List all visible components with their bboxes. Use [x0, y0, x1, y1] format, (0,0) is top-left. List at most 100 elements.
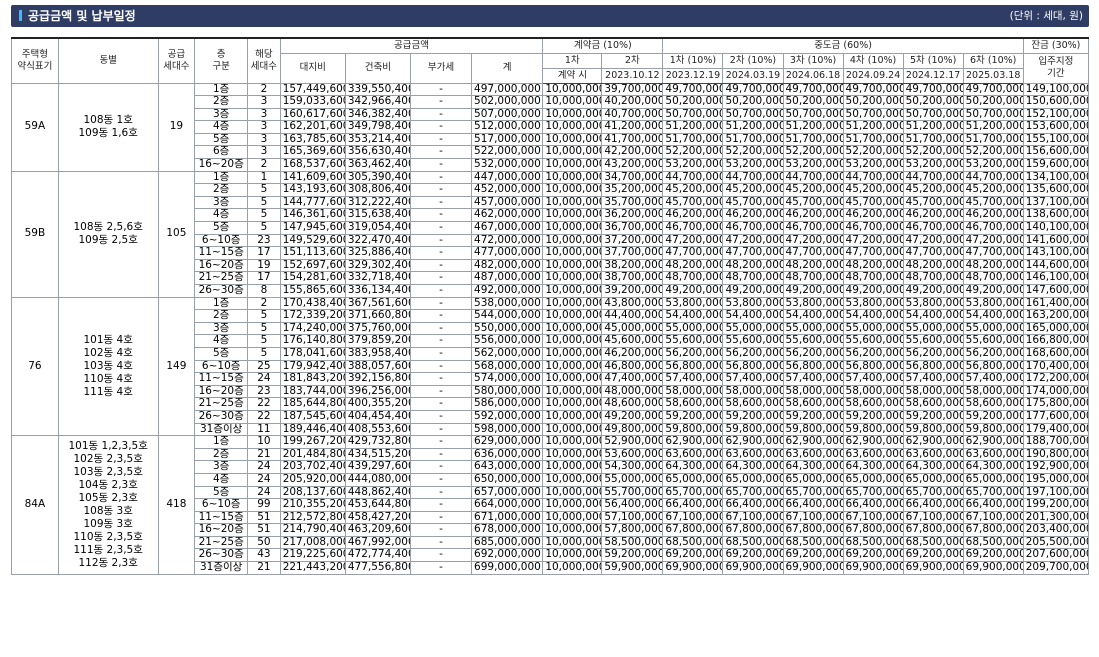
units-cell: 17 [247, 271, 281, 285]
interim1-cell: 56,800,000 [662, 359, 724, 374]
floor-cell: 11~15층 [194, 372, 249, 386]
land-cost-cell: 147,945,600 [279, 221, 346, 235]
interim6-cell: 46,200,000 [962, 208, 1024, 223]
dong-entry: 108동 3호 [83, 504, 133, 517]
interim5-cell: 67,100,000 [902, 510, 964, 525]
vat-cell: - [409, 208, 473, 223]
interim2-cell: 58,600,000 [722, 397, 784, 411]
dong-entry: 109동 1,6호 [78, 127, 138, 140]
interim2-cell: 59,800,000 [722, 422, 784, 437]
building-cost-cell: 448,862,400 [344, 485, 411, 500]
interim3-cell: 62,900,000 [782, 435, 844, 449]
total-cell: 482,000,000 [471, 258, 544, 273]
interim1-cell: 47,200,000 [662, 233, 724, 248]
header-dep2: 2차 [601, 52, 664, 69]
balance-cell: 172,200,000 [1022, 372, 1090, 386]
dong-entry: 103동 2,3,5호 [73, 465, 143, 478]
total-cell: 629,000,000 [471, 435, 544, 449]
interim3-cell: 63,600,000 [782, 447, 844, 462]
total-cell: 562,000,000 [471, 346, 544, 361]
interim6-cell: 49,200,000 [962, 284, 1024, 298]
vat-cell: - [409, 145, 473, 160]
units-cell: 10 [247, 435, 281, 449]
floor-cell: 3층 [194, 107, 249, 122]
deposit1-cell: 10,000,000 [542, 397, 603, 411]
dong-list-cell: 108동 1호 109동 1,6호 [57, 82, 159, 172]
interim1-cell: 47,700,000 [662, 246, 724, 260]
unit-type-cell: 59B [11, 170, 59, 298]
building-cost-cell: 463,209,600 [344, 523, 411, 537]
units-cell: 21 [247, 447, 281, 462]
land-cost-cell: 174,240,000 [279, 321, 346, 336]
balance-cell: 146,100,000 [1022, 271, 1090, 285]
units-cell: 3 [247, 107, 281, 122]
floor-cell: 4층 [194, 120, 249, 134]
interim3-cell: 58,000,000 [782, 384, 844, 399]
interim2-cell: 67,100,000 [722, 510, 784, 525]
interim5-cell: 59,800,000 [902, 422, 964, 437]
interim2-cell: 65,700,000 [722, 485, 784, 500]
interim5-cell: 69,900,000 [902, 561, 964, 575]
interim5-cell: 64,300,000 [902, 460, 964, 474]
vat-cell: - [409, 120, 473, 134]
building-cost-cell: 367,561,600 [344, 296, 411, 311]
deposit2-cell: 35,700,000 [601, 195, 664, 210]
building-cost-cell: 467,992,000 [344, 535, 411, 550]
interim6-cell: 58,000,000 [962, 384, 1024, 399]
building-cost-cell: 353,214,400 [344, 132, 411, 147]
deposit2-cell: 57,800,000 [601, 523, 664, 537]
units-cell: 25 [247, 359, 281, 374]
deposit2-cell: 54,300,000 [601, 460, 664, 474]
floor-cell: 11~15층 [194, 246, 249, 260]
floor-cell: 6~10층 [194, 359, 249, 374]
land-cost-cell: 217,008,000 [279, 535, 346, 550]
deposit2-cell: 48,000,000 [601, 384, 664, 399]
deposit1-cell: 10,000,000 [542, 435, 603, 449]
deposit2-cell: 55,700,000 [601, 485, 664, 500]
interim3-cell: 50,200,000 [782, 95, 844, 109]
interim4-cell: 63,600,000 [842, 447, 904, 462]
interim1-cell: 56,200,000 [662, 346, 724, 361]
total-cell: 538,000,000 [471, 296, 544, 311]
unit-type-cell: 59A [11, 82, 59, 172]
interim6-cell: 68,500,000 [962, 535, 1024, 550]
interim4-cell: 45,700,000 [842, 195, 904, 210]
interim2-cell: 46,700,000 [722, 221, 784, 235]
interim5-cell: 58,600,000 [902, 397, 964, 411]
supply-count-cell: 105 [157, 170, 196, 298]
interim2-cell: 65,000,000 [722, 472, 784, 487]
deposit2-cell: 43,800,000 [601, 296, 664, 311]
interim4-cell: 53,800,000 [842, 296, 904, 311]
interim3-cell: 55,000,000 [782, 321, 844, 336]
interim4-cell: 51,200,000 [842, 120, 904, 134]
total-cell: 664,000,000 [471, 498, 544, 512]
land-cost-cell: 205,920,000 [279, 472, 346, 487]
header-mid2-date: 2024.03.19 [722, 67, 784, 84]
deposit2-cell: 40,700,000 [601, 107, 664, 122]
interim3-cell: 66,400,000 [782, 498, 844, 512]
deposit1-cell: 10,000,000 [542, 221, 603, 235]
deposit1-cell: 10,000,000 [542, 284, 603, 298]
building-cost-cell: 396,256,000 [344, 384, 411, 399]
balance-cell: 153,600,000 [1022, 120, 1090, 134]
interim2-cell: 56,200,000 [722, 346, 784, 361]
dong-entry: 102동 2,3,5호 [73, 452, 143, 465]
interim3-cell: 54,400,000 [782, 309, 844, 323]
building-cost-cell: 329,302,400 [344, 258, 411, 273]
deposit2-cell: 40,200,000 [601, 95, 664, 109]
interim6-cell: 67,100,000 [962, 510, 1024, 525]
land-cost-cell: 219,225,600 [279, 548, 346, 563]
table-header: 주택형 약식표기 동별 공급 세대수 층 구분 해당 세대수 공급금액 계약금 … [11, 37, 1090, 84]
building-cost-cell: 371,660,800 [344, 309, 411, 323]
deposit2-cell: 36,700,000 [601, 221, 664, 235]
interim2-cell: 63,600,000 [722, 447, 784, 462]
interim2-cell: 52,200,000 [722, 145, 784, 160]
interim4-cell: 50,700,000 [842, 107, 904, 122]
deposit2-cell: 52,900,000 [601, 435, 664, 449]
total-cell: 497,000,000 [471, 82, 544, 97]
interim3-cell: 57,400,000 [782, 372, 844, 386]
interim2-cell: 53,800,000 [722, 296, 784, 311]
balance-cell: 149,100,000 [1022, 82, 1090, 97]
balance-cell: 197,100,000 [1022, 485, 1090, 500]
vat-cell: - [409, 485, 473, 500]
